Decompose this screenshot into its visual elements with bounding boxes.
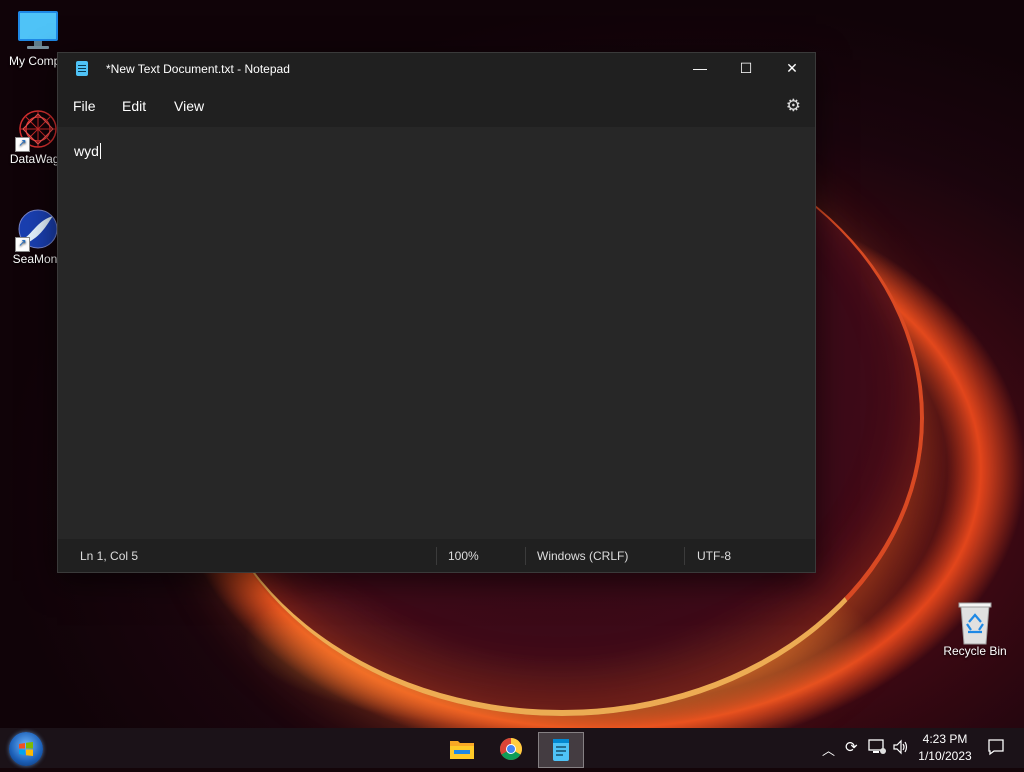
line-ending: Windows (CRLF) [537, 549, 629, 563]
zoom-level: 100% [448, 549, 479, 563]
chrome-icon [500, 738, 522, 760]
monitor-icon [17, 10, 59, 52]
notification-icon[interactable] [987, 738, 1005, 759]
taskbar-file-explorer[interactable] [440, 732, 484, 766]
notepad-icon [76, 61, 88, 76]
close-button[interactable]: ✕ [769, 53, 815, 85]
text-editor[interactable]: wyd [58, 127, 815, 539]
datawagon-icon: ↗ [15, 108, 59, 152]
desktop-icon-label: SeaMonk [12, 252, 64, 266]
text-caret [99, 143, 101, 159]
status-bar: Ln 1, Col 5 100% Windows (CRLF) UTF-8 [58, 539, 815, 572]
minimize-button[interactable]: — [677, 53, 723, 85]
clock-time: 4:23 PM [922, 732, 968, 746]
network-icon[interactable] [868, 738, 886, 759]
shortcut-arrow-icon: ↗ [15, 237, 30, 252]
status-divider [684, 547, 685, 565]
clock[interactable]: 4:23 PM 1/10/2023 [912, 731, 978, 765]
seamonkey-icon: ↗ [15, 208, 59, 252]
window-title: *New Text Document.txt - Notepad [106, 62, 290, 76]
sync-icon[interactable]: ⟳ [845, 738, 858, 756]
taskbar-notepad[interactable] [538, 732, 584, 768]
title-bar[interactable]: *New Text Document.txt - Notepad — ☐ ✕ [58, 53, 815, 85]
menu-edit[interactable]: Edit [122, 98, 146, 114]
maximize-button[interactable]: ☐ [723, 53, 769, 85]
editor-content: wyd [74, 143, 101, 159]
menu-file[interactable]: File [73, 98, 96, 114]
notepad-window: *New Text Document.txt - Notepad — ☐ ✕ F… [57, 52, 816, 573]
volume-icon[interactable] [892, 738, 910, 759]
desktop-icon-recycle-bin[interactable]: Recycle Bin [935, 600, 1015, 658]
cursor-position: Ln 1, Col 5 [80, 549, 139, 563]
encoding: UTF-8 [697, 549, 731, 563]
menu-bar: File Edit View ⚙ [58, 85, 815, 127]
folder-icon [450, 741, 474, 759]
taskbar: ︿ ⟳ 4:23 PM 1/10/2023 [0, 728, 1024, 768]
start-button[interactable] [9, 732, 43, 766]
recycle-bin-icon [954, 600, 996, 645]
menu-view[interactable]: View [174, 98, 204, 114]
status-divider [525, 547, 526, 565]
settings-gear-icon[interactable]: ⚙ [786, 96, 801, 116]
shortcut-arrow-icon: ↗ [15, 137, 30, 152]
chevron-up-icon[interactable]: ︿ [822, 740, 835, 759]
notepad-icon [553, 739, 569, 761]
editor-text: wyd [74, 143, 99, 159]
desktop-icon-label: Recycle Bin [943, 644, 1007, 658]
taskbar-chrome[interactable] [489, 732, 533, 766]
status-divider [436, 547, 437, 565]
clock-date: 1/10/2023 [918, 749, 972, 763]
windows-logo-icon [19, 742, 33, 756]
